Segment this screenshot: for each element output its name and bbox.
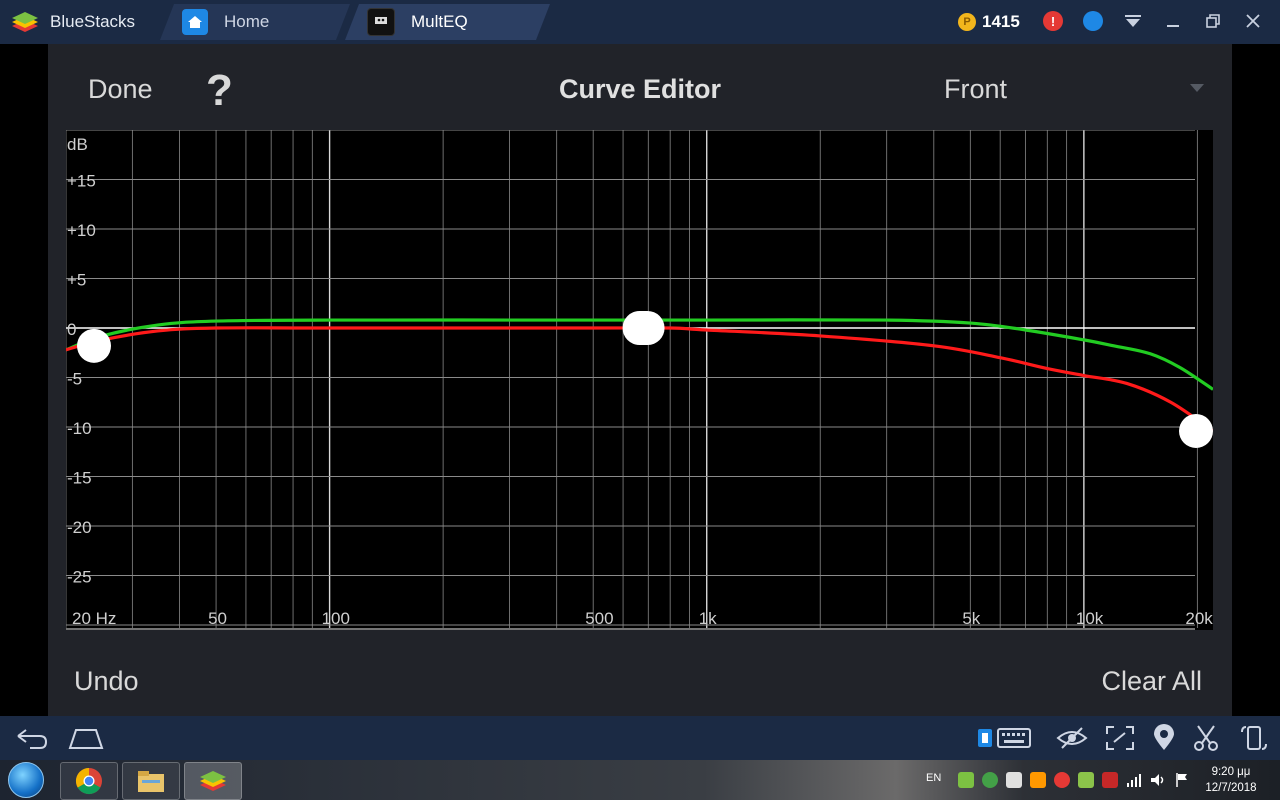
coin-balance[interactable]: P 1415 bbox=[958, 12, 1020, 32]
y-tick-label: +10 bbox=[67, 221, 96, 240]
folder-icon bbox=[138, 771, 164, 792]
restore-button[interactable] bbox=[1202, 10, 1224, 32]
location-icon[interactable] bbox=[1146, 724, 1182, 752]
curve-handle[interactable] bbox=[622, 311, 665, 345]
restore-icon bbox=[1206, 14, 1220, 28]
chrome-icon bbox=[75, 767, 102, 795]
clock-time: 9:20 μμ bbox=[1211, 766, 1251, 778]
minimize-icon bbox=[1167, 25, 1179, 27]
bluestacks-tray-icon[interactable] bbox=[958, 772, 974, 788]
taskbar-bluestacks[interactable] bbox=[184, 762, 242, 800]
y-tick-label: 0 bbox=[67, 320, 76, 339]
keyboard-icon[interactable] bbox=[976, 724, 1036, 752]
bluestacks-taskbar-icon bbox=[200, 771, 226, 791]
system-clock[interactable]: 9:20 μμ 12/7/2018 bbox=[1196, 764, 1266, 796]
right-letterbox bbox=[1232, 44, 1280, 716]
x-tick-label: 100 bbox=[322, 609, 350, 628]
y-tick-label: -15 bbox=[67, 469, 92, 488]
curve-handle[interactable] bbox=[77, 328, 111, 363]
tab-home[interactable]: Home bbox=[160, 4, 350, 40]
taskbar-explorer[interactable] bbox=[122, 762, 180, 800]
signal-icon[interactable] bbox=[1126, 772, 1142, 788]
fullscreen-icon[interactable] bbox=[1102, 724, 1138, 752]
bluestacks-logo-icon bbox=[12, 12, 38, 32]
y-tick-label: -20 bbox=[67, 518, 92, 537]
check-tray-icon[interactable] bbox=[1078, 772, 1094, 788]
tab-multeq-label: MultEQ bbox=[411, 12, 468, 31]
opera-tray-icon[interactable] bbox=[1054, 772, 1070, 788]
language-indicator[interactable]: EN bbox=[926, 772, 941, 784]
bluestacks-nav-bar bbox=[0, 716, 1280, 760]
account-icon bbox=[1083, 11, 1103, 31]
minimize-button[interactable] bbox=[1162, 10, 1184, 32]
x-tick-label: 500 bbox=[585, 609, 613, 628]
dropdown-caret-icon[interactable] bbox=[1190, 84, 1204, 92]
bluestacks-title-bar: BlueStacks Home MultEQ P 1415 ! bbox=[0, 0, 1280, 44]
clear-all-button[interactable]: Clear All bbox=[1101, 666, 1202, 697]
house-icon bbox=[182, 9, 208, 35]
tab-home-label: Home bbox=[224, 12, 270, 31]
left-letterbox bbox=[0, 44, 48, 716]
multeq-app-icon bbox=[367, 8, 395, 36]
page-title: Curve Editor bbox=[558, 74, 722, 104]
coin-count: 1415 bbox=[982, 12, 1020, 31]
x-tick-label: 50 bbox=[208, 609, 227, 628]
update-tray-icon[interactable] bbox=[982, 772, 998, 788]
close-button[interactable] bbox=[1242, 10, 1264, 32]
eye-icon[interactable] bbox=[1054, 724, 1090, 752]
channel-select[interactable]: Front bbox=[944, 74, 1007, 105]
x-tick-label: 10k bbox=[1076, 609, 1104, 628]
start-button[interactable] bbox=[4, 761, 48, 799]
clock-date: 12/7/2018 bbox=[1205, 782, 1257, 794]
tab-multeq[interactable]: MultEQ bbox=[345, 4, 550, 40]
eq-curve-graph[interactable]: dB +15 +10 +5 0 -5 -10 -15 -20 -25 20 Hz 50 100 500 1k… bbox=[66, 130, 1213, 630]
y-axis-label: dB bbox=[67, 135, 88, 154]
y-tick-label: -5 bbox=[67, 370, 82, 389]
windows-logo-icon bbox=[8, 762, 44, 798]
x-tick-label: 20 Hz bbox=[72, 609, 116, 628]
app-header: Done ? Curve Editor Front bbox=[48, 44, 1232, 130]
back-icon[interactable] bbox=[12, 724, 48, 752]
flag-icon[interactable] bbox=[1174, 772, 1190, 788]
y-tick-label: +15 bbox=[67, 172, 96, 191]
undo-button[interactable]: Undo bbox=[74, 666, 139, 697]
home-icon[interactable] bbox=[68, 724, 104, 752]
notification-alert-button[interactable]: ! bbox=[1042, 10, 1064, 32]
alert-icon: ! bbox=[1043, 11, 1063, 31]
multeq-app: Done ? Curve Editor Front dB +15 +10 +5 0 -5 -… bbox=[48, 44, 1232, 716]
antivirus-tray-icon[interactable] bbox=[1102, 772, 1118, 788]
coin-icon: P bbox=[958, 13, 976, 31]
y-tick-label: -10 bbox=[67, 419, 92, 438]
scissors-icon[interactable] bbox=[1188, 724, 1224, 752]
account-button[interactable] bbox=[1082, 10, 1104, 32]
taskbar-chrome[interactable] bbox=[60, 762, 118, 800]
close-icon bbox=[1246, 14, 1260, 28]
x-tick-label: 20k bbox=[1185, 609, 1213, 628]
eq-chart-svg[interactable]: dB +15 +10 +5 0 -5 -10 -15 -20 -25 20 Hz 50 100 500 1k… bbox=[66, 130, 1213, 630]
firefox-tray-icon[interactable] bbox=[1030, 772, 1046, 788]
chevron-down-icon bbox=[1125, 15, 1141, 27]
calculator-tray-icon[interactable] bbox=[1006, 772, 1022, 788]
x-tick-label: 1k bbox=[699, 609, 717, 628]
curve-handle[interactable] bbox=[1179, 413, 1213, 448]
y-tick-label: +5 bbox=[67, 271, 86, 290]
x-tick-label: 5k bbox=[962, 609, 980, 628]
volume-icon[interactable] bbox=[1150, 772, 1166, 788]
menu-dropdown-button[interactable] bbox=[1122, 10, 1144, 32]
rotate-icon[interactable] bbox=[1236, 724, 1272, 752]
y-tick-label: -25 bbox=[67, 568, 92, 587]
windows-taskbar: EN 9:20 μμ 12/7/2018 bbox=[0, 760, 1280, 800]
bluestacks-brand: BlueStacks bbox=[50, 12, 136, 31]
